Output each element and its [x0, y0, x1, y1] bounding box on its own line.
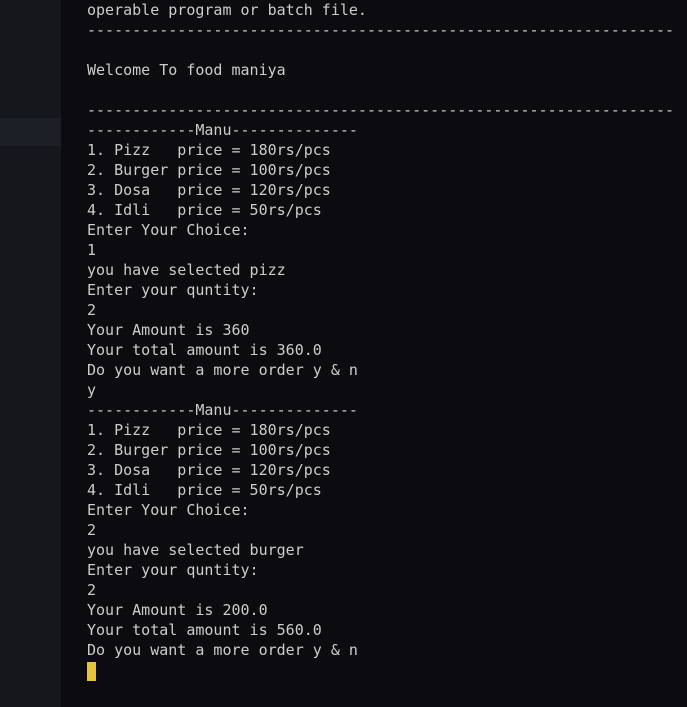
output-line: Your total amount is 360.0 [87, 341, 322, 359]
separator-line: ----------------------------------------… [87, 101, 674, 119]
prompt-line: Enter Your Choice: [87, 221, 250, 239]
menu-item-line: 2. Burger price = 100rs/pcs [87, 161, 331, 179]
menu-item-line: 3. Dosa price = 120rs/pcs [87, 181, 331, 199]
menu-item-line: 3. Dosa price = 120rs/pcs [87, 461, 331, 479]
menu-item-line: 4. Idli price = 50rs/pcs [87, 201, 322, 219]
gutter-highlight [0, 118, 61, 146]
welcome-line: Welcome To food maniya [87, 61, 286, 79]
menu-header-line: ------------Manu-------------- [87, 401, 358, 419]
output-line: Your total amount is 560.0 [87, 621, 322, 639]
terminal-line: operable program or batch file. [87, 1, 367, 19]
menu-item-line: 1. Pizz price = 180rs/pcs [87, 421, 331, 439]
text-cursor [87, 662, 96, 681]
prompt-line: Enter your quntity: [87, 561, 259, 579]
editor-gutter [0, 0, 61, 707]
prompt-line: Enter Your Choice: [87, 501, 250, 519]
input-line: y [87, 381, 97, 399]
output-line: you have selected pizz [87, 261, 286, 279]
input-line: 1 [87, 241, 97, 259]
output-line: Your Amount is 360 [87, 321, 250, 339]
separator-line: ----------------------------------------… [87, 21, 674, 39]
output-line: Your Amount is 200.0 [87, 601, 268, 619]
prompt-line: Do you want a more order y & n [87, 641, 358, 659]
menu-item-line: 1. Pizz price = 180rs/pcs [87, 141, 331, 159]
menu-item-line: 2. Burger price = 100rs/pcs [87, 441, 331, 459]
output-line: you have selected burger [87, 541, 304, 559]
prompt-line: Do you want a more order y & n [87, 361, 358, 379]
input-line: 2 [87, 521, 97, 539]
terminal-output: operable program or batch file. --------… [87, 0, 677, 660]
menu-item-line: 4. Idli price = 50rs/pcs [87, 481, 322, 499]
input-line: 2 [87, 581, 97, 599]
prompt-line: Enter your quntity: [87, 281, 259, 299]
input-line: 2 [87, 301, 97, 319]
menu-header-line: ------------Manu-------------- [87, 121, 358, 139]
